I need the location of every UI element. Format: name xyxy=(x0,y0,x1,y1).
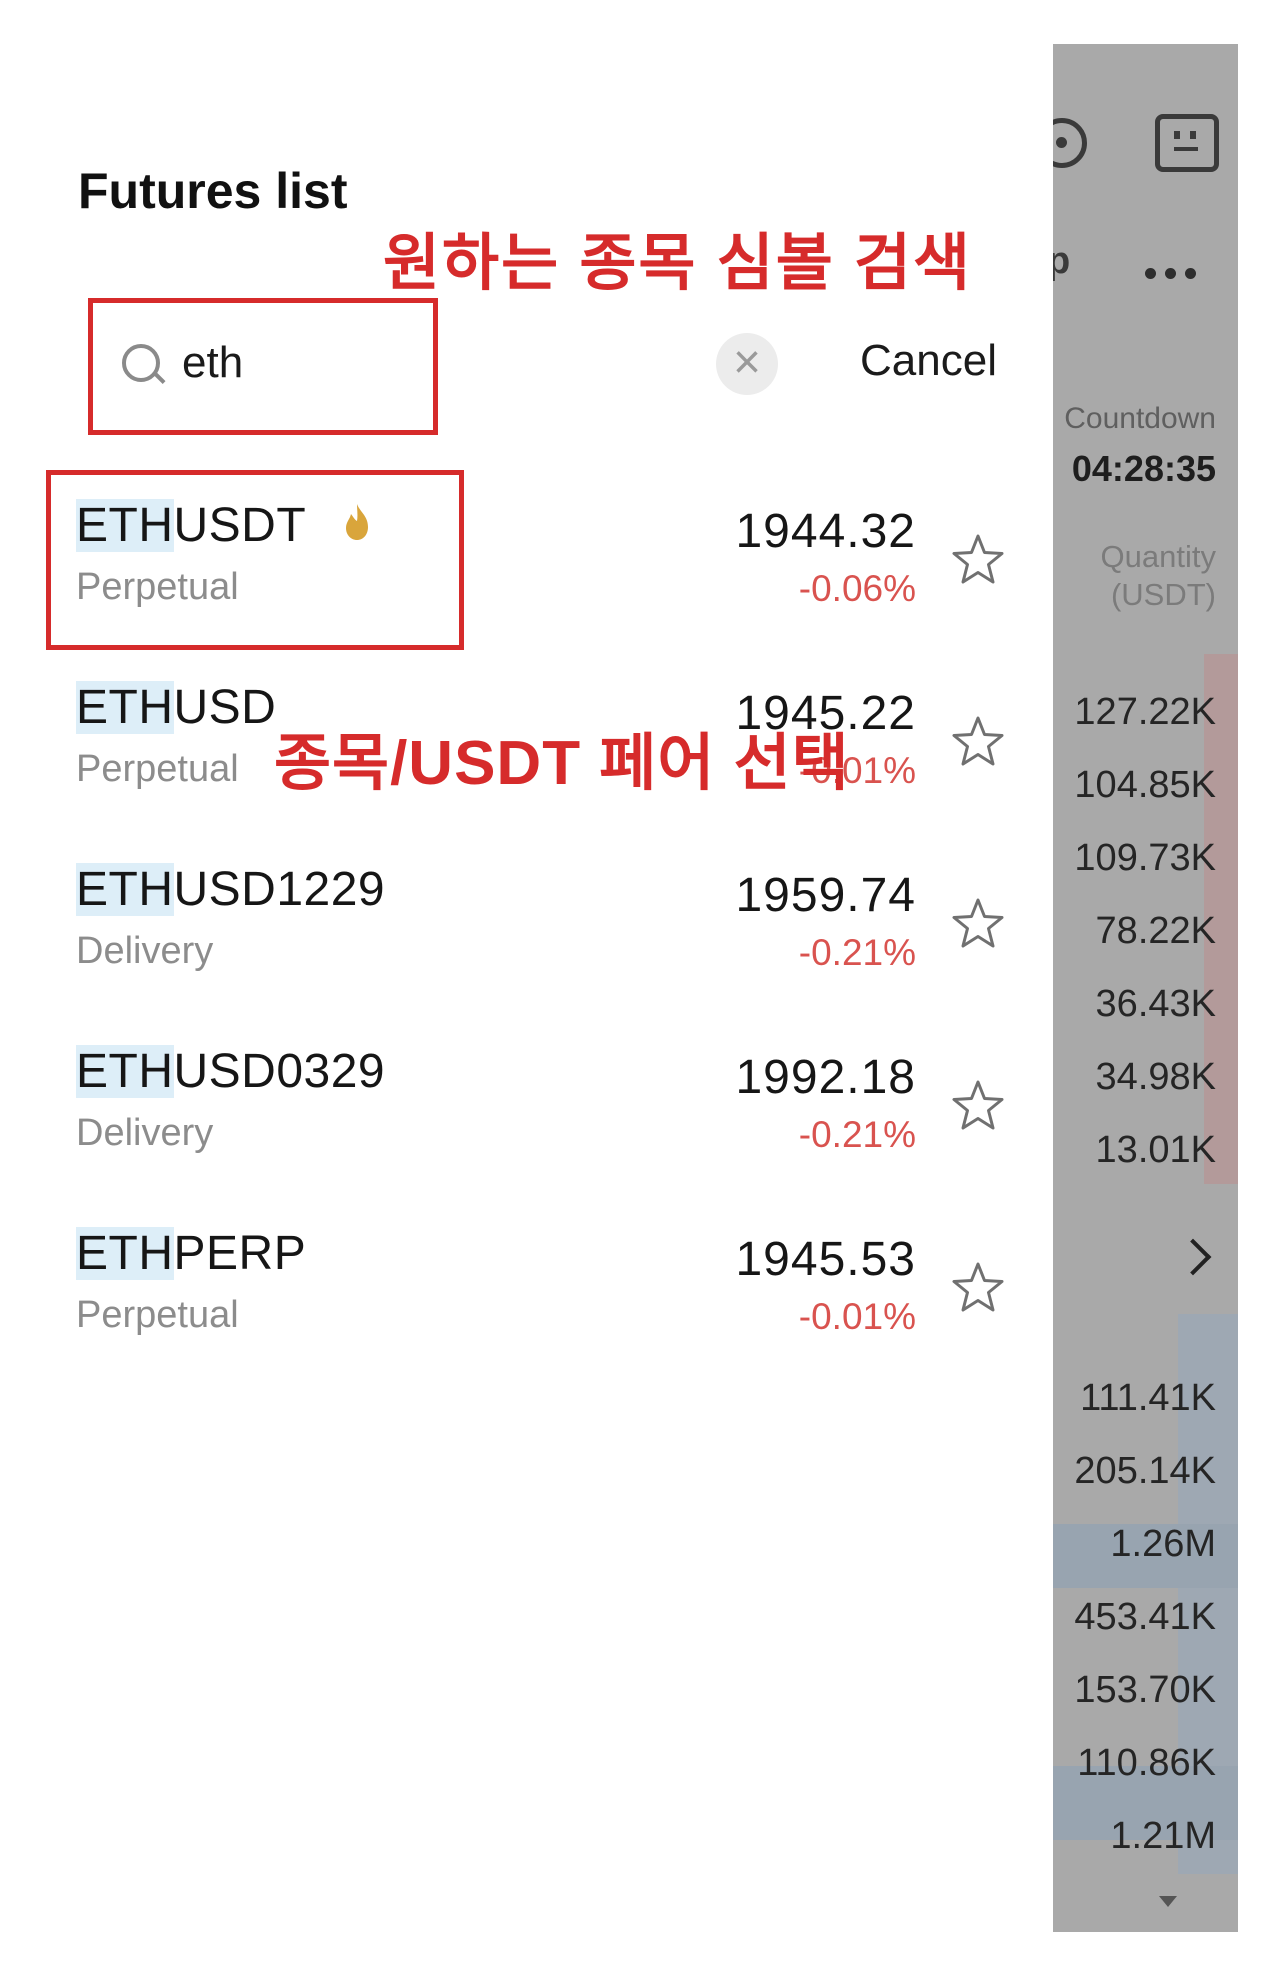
search-annotation-box xyxy=(88,298,438,435)
last-price: 1944.32 xyxy=(735,505,916,558)
contract-type: Delivery xyxy=(76,1112,214,1154)
ask-quantity: 36.43K xyxy=(1095,983,1216,1025)
countdown-label: Countdown xyxy=(1064,402,1216,435)
caret-down-icon xyxy=(1159,1896,1177,1907)
price-change: -0.01% xyxy=(798,1296,916,1337)
ask-quantity: 109.73K xyxy=(1074,837,1216,879)
bid-quantity: 205.14K xyxy=(1074,1450,1216,1492)
countdown-value: 04:28:35 xyxy=(1071,448,1216,489)
contract-type: Perpetual xyxy=(76,1294,239,1336)
clear-search-button[interactable]: × xyxy=(716,333,778,395)
cancel-button[interactable]: Cancel xyxy=(860,336,997,386)
bid-quantity: 111.41K xyxy=(1080,1377,1216,1419)
ask-quantity: 13.01K xyxy=(1095,1129,1216,1171)
bid-quantity: 110.86K xyxy=(1077,1742,1216,1784)
symbol-name: ETHPERP xyxy=(76,1227,307,1280)
price-change: -0.21% xyxy=(798,932,916,973)
list-item[interactable]: ETHPERP Perpetual 1945.53 -0.01% xyxy=(76,1216,1016,1366)
list-item[interactable]: ETHUSD0329 Delivery 1992.18 -0.21% xyxy=(76,1034,1016,1184)
last-price: 1945.53 xyxy=(735,1233,916,1286)
more-icon xyxy=(1145,266,1225,280)
bid-quantity: 1.26M xyxy=(1110,1523,1216,1565)
star-icon[interactable] xyxy=(950,1260,1006,1316)
star-icon[interactable] xyxy=(950,896,1006,952)
contract-type: Delivery xyxy=(76,930,214,972)
ask-quantity: 78.22K xyxy=(1095,910,1216,952)
price-change: -0.06% xyxy=(798,568,916,609)
selection-annotation-box xyxy=(46,470,464,650)
background-toolbar xyxy=(1053,110,1238,190)
ask-quantity-list: 127.22K 104.85K 109.73K 78.22K 36.43K 34… xyxy=(1074,676,1216,1187)
star-icon[interactable] xyxy=(950,1078,1006,1134)
background-fragment: p xyxy=(1053,240,1071,282)
contract-type: Perpetual xyxy=(76,748,239,790)
ask-quantity: 34.98K xyxy=(1095,1056,1216,1098)
bid-quantity-list: 111.41K 205.14K 1.26M 453.41K 153.70K 11… xyxy=(1074,1362,1216,1873)
background-trade-panel: p Countdown 04:28:35 Quantity (USDT) 127… xyxy=(1053,44,1238,1932)
page-title: Futures list xyxy=(78,163,348,219)
symbol-name: ETHUSD0329 xyxy=(76,1045,386,1098)
bid-quantity: 1.21M xyxy=(1110,1815,1216,1857)
bot-icon xyxy=(1155,114,1219,172)
selection-annotation-text: 종목/USDT 페어 선택 xyxy=(274,729,850,798)
star-icon[interactable] xyxy=(950,714,1006,770)
list-item[interactable]: ETHUSD1229 Delivery 1959.74 -0.21% xyxy=(76,852,1016,1002)
bid-quantity: 453.41K xyxy=(1074,1596,1216,1638)
chevron-right-icon xyxy=(1174,1238,1212,1276)
quantity-label: Quantity (USDT) xyxy=(1100,539,1216,612)
bid-quantity: 153.70K xyxy=(1074,1669,1216,1711)
timer-icon xyxy=(1053,118,1087,168)
ask-quantity: 127.22K xyxy=(1074,691,1216,733)
symbol-name: ETHUSD xyxy=(76,681,277,734)
star-icon[interactable] xyxy=(950,532,1006,588)
search-annotation-text: 원하는 종목 심볼 검색 xyxy=(383,229,973,298)
ask-quantity: 104.85K xyxy=(1074,764,1216,806)
price-change: -0.21% xyxy=(798,1114,916,1155)
last-price: 1959.74 xyxy=(735,869,916,922)
last-price: 1992.18 xyxy=(735,1051,916,1104)
symbol-name: ETHUSD1229 xyxy=(76,863,386,916)
